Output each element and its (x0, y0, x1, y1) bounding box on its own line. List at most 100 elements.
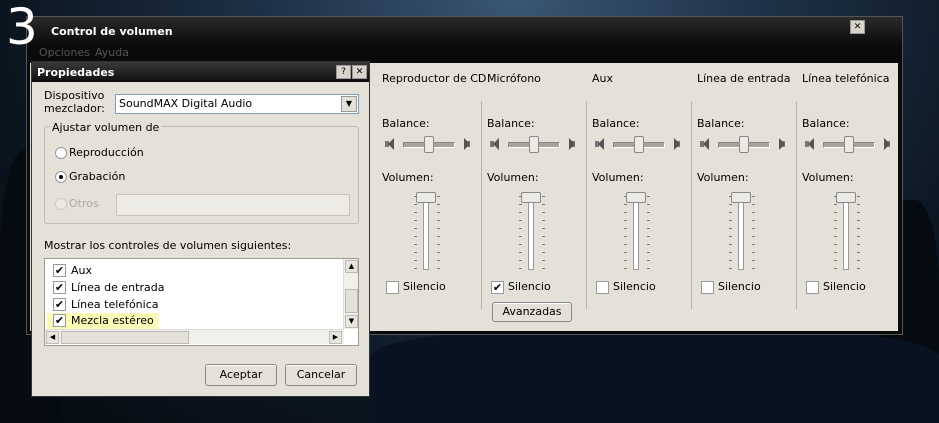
balance-label: Balance: (487, 117, 535, 130)
list-item-highlighted[interactable]: ✔ Mezcla estéreo (47, 313, 159, 329)
volume-tick (752, 268, 755, 269)
volume-tick (857, 268, 860, 269)
volume-tick (729, 252, 732, 253)
volume-tick (729, 244, 732, 245)
mute-checkbox[interactable] (806, 281, 819, 294)
list-item-label: Aux (71, 264, 93, 277)
volume-tick (437, 196, 440, 197)
horizontal-scrollbar[interactable]: ◀ ▶ (45, 329, 344, 344)
speaker-right-icon (671, 138, 680, 150)
volume-tick (647, 236, 650, 237)
mute-checkbox[interactable] (596, 281, 609, 294)
volume-tick (752, 212, 755, 213)
chevron-down-icon[interactable]: ▼ (341, 96, 357, 112)
list-item-checkbox[interactable]: ✔ (53, 281, 66, 294)
scroll-down-icon[interactable]: ▼ (345, 315, 358, 328)
scroll-right-icon[interactable]: ▶ (329, 331, 342, 344)
volume-slider-thumb[interactable] (836, 192, 856, 203)
volume-tick (857, 204, 860, 205)
balance-label: Balance: (592, 117, 640, 130)
dialog-close-button[interactable]: ✕ (352, 65, 367, 79)
volume-slider-thumb[interactable] (731, 192, 751, 203)
volume-tick (647, 244, 650, 245)
volume-tick (729, 220, 732, 221)
balance-slider-thumb[interactable] (739, 136, 749, 153)
volume-tick (437, 244, 440, 245)
show-controls-label: Mostrar los controles de volumen siguien… (44, 239, 292, 252)
radio-other[interactable] (55, 198, 67, 210)
volume-tick (752, 204, 755, 205)
controls-list[interactable]: ✔ Aux ✔ Línea de entrada ✔ Línea telefón… (44, 258, 359, 346)
column-title: Línea de entrada (697, 72, 791, 85)
scroll-thumb[interactable] (345, 289, 358, 313)
volume-slider-thumb[interactable] (626, 192, 646, 203)
radio-other-label: Otros (69, 197, 99, 210)
dialog-title: Propiedades (37, 66, 115, 79)
mute-label: Silencio (613, 280, 656, 293)
volume-tick (834, 220, 837, 221)
scroll-left-icon[interactable]: ◀ (46, 331, 59, 344)
balance-slider-thumb[interactable] (634, 136, 644, 153)
volume-tick (542, 220, 545, 221)
volume-slider-thumb[interactable] (416, 192, 436, 203)
other-device-select[interactable] (116, 194, 350, 216)
volume-tick (542, 268, 545, 269)
volume-tick (542, 252, 545, 253)
volume-track[interactable] (528, 196, 534, 270)
balance-label: Balance: (382, 117, 430, 130)
volume-tick (647, 212, 650, 213)
volume-tick (647, 196, 650, 197)
menu-opciones[interactable]: Opciones (39, 46, 90, 59)
volume-tick (857, 220, 860, 221)
scroll-up-icon[interactable]: ▲ (345, 260, 358, 273)
vertical-scrollbar[interactable]: ▲ ▼ (343, 259, 358, 329)
mixer-device-label: Dispositivo mezclador: (44, 89, 105, 115)
volume-tick (437, 268, 440, 269)
radio-recording[interactable] (55, 171, 67, 183)
mute-checkbox[interactable] (701, 281, 714, 294)
volume-tick (437, 236, 440, 237)
volume-track[interactable] (843, 196, 849, 270)
volume-label: Volumen: (487, 171, 539, 184)
volume-tick (437, 204, 440, 205)
volume-tick (519, 220, 522, 221)
volume-tick (857, 212, 860, 213)
dialog-title-bar: Propiedades ? ✕ (32, 62, 369, 82)
balance-slider-thumb[interactable] (424, 136, 434, 153)
list-item-checkbox[interactable]: ✔ (53, 298, 66, 311)
advanced-button[interactable]: Avanzadas (492, 302, 572, 322)
volume-track[interactable] (738, 196, 744, 270)
volume-track[interactable] (633, 196, 639, 270)
mixer-column: Micrófono Balance: Volumen: ✔ Silencio Avanza… (482, 63, 587, 322)
mixer-device-select[interactable]: SoundMAX Digital Audio ▼ (115, 94, 359, 114)
column-title: Reproductor de CD (382, 72, 487, 85)
close-button[interactable]: ✕ (850, 20, 865, 34)
ok-button[interactable]: Aceptar (205, 364, 277, 386)
menu-ayuda[interactable]: Ayuda (95, 46, 129, 59)
volume-tick (624, 252, 627, 253)
volume-tick (414, 268, 417, 269)
volume-tick (414, 228, 417, 229)
column-title: Línea telefónica (802, 72, 890, 85)
volume-slider-thumb[interactable] (521, 192, 541, 203)
volume-tick (624, 244, 627, 245)
step-number: 3 (6, 0, 38, 56)
list-item-checkbox[interactable]: ✔ (53, 314, 66, 327)
volume-tick (414, 244, 417, 245)
volume-tick (437, 260, 440, 261)
volume-tick (624, 204, 627, 205)
mute-checkbox[interactable]: ✔ (491, 281, 504, 294)
balance-slider-thumb[interactable] (529, 136, 539, 153)
speaker-left-icon (490, 138, 499, 150)
volume-track[interactable] (423, 196, 429, 270)
volume-tick (519, 268, 522, 269)
help-button[interactable]: ? (336, 65, 351, 79)
balance-slider-thumb[interactable] (844, 136, 854, 153)
radio-playback[interactable] (55, 147, 67, 159)
hscroll-thumb[interactable] (61, 331, 189, 344)
list-item-checkbox[interactable]: ✔ (53, 264, 66, 277)
mute-checkbox[interactable] (386, 281, 399, 294)
cancel-button[interactable]: Cancelar (285, 364, 357, 386)
mixer-column: Línea de entrada Balance: Volumen: Silencio (692, 63, 797, 311)
volume-label: Volumen: (382, 171, 434, 184)
